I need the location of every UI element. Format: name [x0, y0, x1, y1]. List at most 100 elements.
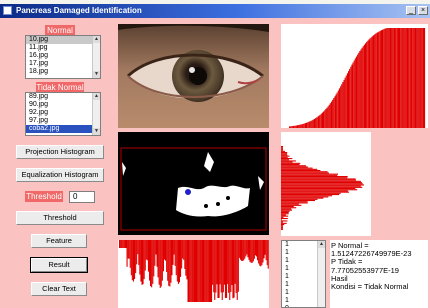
histogram-bar [262, 240, 264, 263]
histogram-bar [281, 167, 313, 169]
abnormal-file-list[interactable]: 89.jpg 90.jpg 92.jpg 97.jpg coba2.jpg ▲ ▼ [25, 92, 101, 136]
scroll-up-icon[interactable]: ▲ [93, 36, 100, 43]
histogram-bar [246, 240, 248, 255]
abnormal-list-item[interactable]: coba2.jpg [26, 125, 100, 133]
histogram-bar [197, 240, 199, 302]
histogram-bar [149, 240, 151, 281]
minimize-button[interactable]: _ [406, 6, 416, 15]
histogram-bar [169, 240, 171, 287]
histogram-bar [281, 178, 356, 180]
normal-list-item[interactable]: 10.jpg [26, 36, 100, 44]
normal-list-scrollbar[interactable]: ▲ ▼ [92, 36, 100, 78]
feature-button[interactable]: Feature [31, 234, 87, 248]
abnormal-list-item[interactable]: 89.jpg [26, 93, 100, 101]
histogram-bar [417, 28, 419, 128]
histogram-bar [119, 240, 121, 248]
histogram-bar [281, 213, 289, 215]
histogram-bar [281, 206, 294, 208]
histogram-bar [369, 38, 371, 128]
abnormal-list-item[interactable]: 97.jpg [26, 117, 100, 125]
histogram-bar [281, 194, 340, 196]
histogram-bar [345, 75, 347, 128]
threshold-button[interactable]: Threshold [16, 211, 104, 225]
histogram-bar [418, 28, 420, 128]
close-button[interactable]: × [418, 6, 428, 15]
title-bar[interactable]: Pancreas Damaged Identification _ × [0, 4, 430, 18]
normal-list-item[interactable]: 17.jpg [26, 60, 100, 68]
clear-text-button[interactable]: Clear Text [31, 282, 87, 296]
projection-histogram-button[interactable]: Projection Histogram [16, 145, 104, 159]
normal-list-item[interactable]: 18.jpg [26, 68, 100, 76]
histogram-bar [301, 124, 303, 128]
histogram-bar [167, 240, 169, 281]
histogram-bar [295, 125, 297, 128]
histogram-bar [178, 240, 180, 283]
histogram-bar [307, 122, 309, 128]
histogram-bar [162, 240, 164, 272]
histogram-bar [290, 126, 292, 128]
feature-list-scrollbar[interactable]: ▲ [317, 241, 325, 307]
histogram-bar [174, 240, 176, 266]
histogram-bar [281, 215, 289, 217]
histogram-bar [200, 240, 202, 302]
histogram-bar [397, 28, 399, 128]
histogram-bar [331, 101, 333, 128]
threshold-input[interactable]: 0 [69, 191, 95, 203]
horizontal-projection-histogram [281, 132, 371, 236]
normal-file-list[interactable]: 10.jpg 11.jpg 16.jpg 17.jpg 18.jpg ▲ ▼ [25, 35, 101, 79]
scroll-up-icon[interactable]: ▲ [318, 241, 325, 248]
histogram-bar [303, 123, 305, 128]
result-text[interactable]: P Normal = 1.51247226749979E-23 P Tidak = 7… [330, 240, 428, 308]
histogram-bar [214, 240, 216, 300]
histogram-bar [142, 240, 144, 285]
abnormal-list-item[interactable]: 92.jpg [26, 109, 100, 117]
scroll-down-icon[interactable]: ▼ [93, 71, 100, 78]
histogram-bar [281, 228, 283, 230]
histogram-bar [404, 28, 406, 128]
histogram-bar [124, 240, 126, 248]
histogram-bar [243, 240, 245, 261]
histogram-bar [193, 240, 195, 302]
histogram-bar [321, 112, 323, 128]
normal-list-item[interactable]: 16.jpg [26, 52, 100, 60]
histogram-bar [319, 114, 321, 128]
histogram-bar [302, 123, 304, 128]
equalization-histogram-button[interactable]: Equalization Histogram [16, 168, 104, 182]
abnormal-list-scrollbar[interactable]: ▲ ▼ [92, 93, 100, 135]
histogram-bar [422, 28, 424, 128]
histogram-bar [370, 37, 372, 128]
histogram-bar [281, 202, 308, 204]
histogram-bar [396, 28, 398, 128]
abnormal-list-item[interactable]: 90.jpg [26, 101, 100, 109]
histogram-bar [264, 240, 266, 255]
histogram-bar [324, 110, 326, 128]
histogram-bar [154, 240, 156, 266]
scroll-down-icon[interactable]: ▼ [93, 128, 100, 135]
histogram-bar [348, 71, 350, 128]
histogram-bar [281, 212, 289, 214]
app-window: Pancreas Damaged Identification _ × Norm… [0, 4, 430, 308]
normal-list-item[interactable]: 11.jpg [26, 44, 100, 52]
histogram-bar [281, 173, 338, 175]
scroll-up-icon[interactable]: ▲ [93, 93, 100, 100]
feature-values-list[interactable]: 111111110 ▲ [281, 240, 326, 308]
histogram-bar [281, 147, 283, 149]
histogram-bar [304, 123, 306, 128]
histogram-bar [175, 240, 177, 276]
histogram-bar [166, 240, 168, 272]
histogram-bar [400, 28, 402, 128]
histogram-bar [195, 240, 197, 302]
histogram-bar [325, 109, 327, 128]
histogram-bar [350, 66, 352, 128]
result-button[interactable]: Result [30, 257, 88, 273]
histogram-bar [261, 240, 263, 266]
histogram-bar [281, 224, 285, 226]
histogram-bar [230, 240, 232, 293]
histogram-bar [320, 113, 322, 128]
histogram-bar [410, 28, 412, 128]
histogram-bar [296, 125, 298, 128]
histogram-bar [393, 28, 395, 128]
vertical-projection-render [119, 240, 269, 302]
histogram-bar [412, 28, 414, 128]
histogram-bar [165, 240, 167, 261]
